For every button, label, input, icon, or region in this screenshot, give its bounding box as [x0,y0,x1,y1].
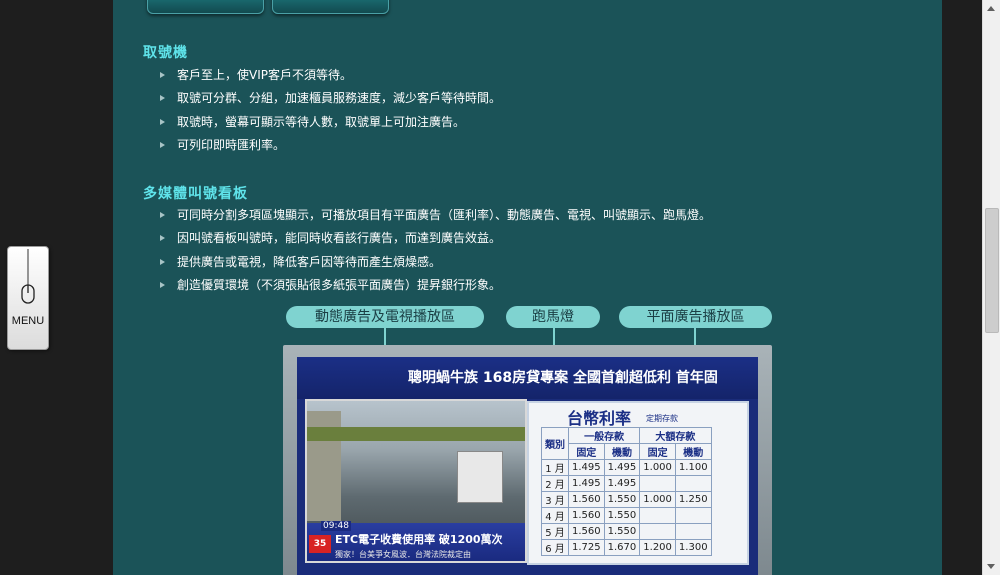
rate-title: 台幣利率 [567,409,632,428]
column-header: 大額存款 [639,427,712,444]
menu-label: MENU [11,315,45,327]
table-row: 2 月 1.495 1.495 [541,475,712,492]
channel-logo: 35 [309,535,331,553]
video-panel: 35 09:48 ETC電子收費使用率 破1200萬次 獨家！台美爭女風波．台灣… [305,399,527,563]
table-cell: 1.495 [603,459,641,476]
bullet-arrow-icon [160,235,165,242]
table-row: 4 月 1.560 1.550 [541,507,712,524]
list-item: 提供廣告或電視，降低客戶因等待而產生煩燥感。 [160,251,711,274]
table-cell: 1.200 [639,539,676,556]
multimedia-board-list: 可同時分割多項區塊顯示，可播放項目有平面廣告（匯利率）、動態廣告、電視、叫號顯示… [160,204,711,297]
table-cell: 1.670 [603,539,641,556]
list-item-text: 創造優質環境（不須張貼很多紙張平面廣告）提昇銀行形象。 [177,277,502,292]
video-headline: ETC電子收費使用率 破1200萬次 [335,533,503,546]
table-cell [674,523,712,540]
bullet-arrow-icon [160,118,165,125]
table-cell: 1.495 [568,459,605,476]
vertical-scrollbar[interactable] [982,0,1000,575]
rate-table: 類別 一般存款 大額存款 固定 機動 固定 機動 1 月 1.495 1.495 1.… [541,427,712,556]
table-cell: 1.550 [603,523,641,540]
table-cell: 1.300 [674,539,712,556]
mouse-icon [21,249,35,304]
table-cell: 1.550 [603,491,641,508]
table-cell: 1.495 [568,475,605,492]
list-item-text: 客戶至上，使VIP客戶不須等待。 [177,68,352,82]
table-cell: 1.000 [639,459,676,476]
table-cell: 1.100 [674,459,712,476]
list-item-text: 因叫號看板叫號時，能同時收看該行廣告，而達到廣告效益。 [177,231,502,246]
top-nav-button-1[interactable] [147,0,264,14]
list-item: 因叫號看板叫號時，能同時收看該行廣告，而達到廣告效益。 [160,227,711,250]
list-item-text: 取號時，螢幕可顯示等待人數，取號單上可加注廣告。 [177,114,466,129]
list-item-text: 取號可分群、分組，加速櫃員服務速度，減少客戶等待時間。 [177,91,502,106]
table-row: 6 月 1.725 1.670 1.200 1.300 [541,539,712,556]
content-page: 取號機 客戶至上，使VIP客戶不須等待。 取號可分群、分組，加速櫃員服務速度，減… [113,0,942,575]
list-item: 取號可分群、分組，加速櫃員服務速度，減少客戶等待時間。 [160,87,501,110]
table-cell [639,475,676,492]
section-title-ticket-machine: 取號機 [143,45,188,61]
bullet-arrow-icon [160,141,165,148]
list-item: 創造優質環境（不須張貼很多紙張平面廣告）提昇銀行形象。 [160,274,711,297]
list-item: 可同時分割多項區塊顯示，可播放項目有平面廣告（匯利率）、動態廣告、電視、叫號顯示… [160,204,711,227]
bullet-arrow-icon [160,258,165,265]
video-subline: 獨家！台美爭女風波．台灣法院裁定由 [335,550,471,559]
table-cell: 2 月 [541,475,569,492]
column-header: 類別 [541,427,569,460]
table-cell [674,507,712,524]
label-video-area: 動態廣告及電視播放區 [286,306,484,328]
table-cell: 5 月 [541,523,569,540]
list-item-text: 可列印即時匯利率。 [177,137,286,152]
table-row: 3 月 1.560 1.550 1.000 1.250 [541,491,712,508]
list-item-text: 可同時分割多項區塊顯示，可播放項目有平面廣告（匯利率）、動態廣告、電視、叫號顯示… [177,208,712,222]
list-item-text: 提供廣告或電視，降低客戶因等待而產生煩燥感。 [177,254,442,269]
bullet-arrow-icon [160,281,165,288]
list-item: 客戶至上，使VIP客戶不須等待。 [160,64,501,87]
table-row: 1 月 1.495 1.495 1.000 1.100 [541,459,712,476]
scroll-up-arrow-icon[interactable] [987,6,995,11]
list-item: 可列印即時匯利率。 [160,134,501,157]
table-cell: 1.560 [568,523,605,540]
label-print-ad: 平面廣告播放區 [619,306,772,328]
marquee-text: 聰明蝸牛族 168房貸專案 全國首創超低利 首年固 [297,357,758,399]
table-cell: 1.560 [568,507,605,524]
table-cell: 1.000 [639,491,676,508]
list-item: 取號時，螢幕可顯示等待人數，取號單上可加注廣告。 [160,111,501,134]
column-subheader: 固定 [568,443,605,460]
table-cell: 1 月 [541,459,569,476]
table-cell: 4 月 [541,507,569,524]
column-header: 一般存款 [567,427,641,444]
section-title-multimedia-board: 多媒體叫號看板 [143,186,248,202]
table-cell: 3 月 [541,491,569,508]
bus-shape [457,451,503,503]
table-cell [639,523,676,540]
scroll-thumb[interactable] [985,208,999,333]
video-time: 09:48 [321,521,351,531]
menu-button[interactable]: MENU [7,246,49,350]
bullet-arrow-icon [160,212,165,218]
top-nav-button-2[interactable] [272,0,389,14]
display-screen: 聰明蝸牛族 168房貸專案 全國首創超低利 首年固 35 09:48 ETC電子… [297,357,758,575]
column-subheader: 機動 [674,443,712,460]
display-board-image: 聰明蝸牛族 168房貸專案 全國首創超低利 首年固 35 09:48 ETC電子… [283,345,772,575]
table-cell: 1.550 [603,507,641,524]
table-cell: 1.560 [568,491,605,508]
column-subheader: 固定 [639,443,676,460]
table-row: 5 月 1.560 1.550 [541,523,712,540]
toll-gantry-shape [307,427,525,441]
table-cell [639,507,676,524]
column-subheader: 機動 [603,443,641,460]
label-marquee: 跑馬燈 [506,306,600,328]
bullet-arrow-icon [160,72,165,78]
bullet-arrow-icon [160,95,165,102]
scroll-down-arrow-icon[interactable] [987,564,995,569]
table-cell: 1.725 [568,539,605,556]
rate-note: 定期存款 [646,414,678,423]
table-cell: 1.250 [674,491,712,508]
table-cell [674,475,712,492]
table-cell: 6 月 [541,539,569,556]
rate-panel: 台幣利率 定期存款 類別 一般存款 大額存款 固定 機動 固定 機動 1 月 1.… [527,401,749,565]
table-cell: 1.495 [603,475,641,492]
table-header-row: 類別 一般存款 大額存款 [541,427,712,460]
ticket-machine-list: 客戶至上，使VIP客戶不須等待。 取號可分群、分組，加速櫃員服務速度，減少客戶等… [160,64,501,157]
